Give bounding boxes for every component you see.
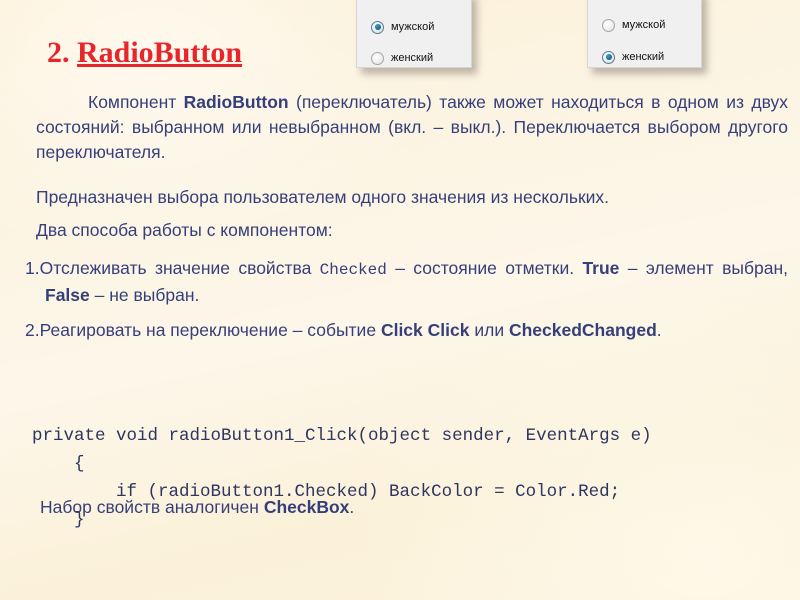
radio-option-row[interactable]: мужской: [588, 12, 701, 38]
code-term-false: False: [45, 285, 90, 305]
list-item-1-part3: – элемент выбран,: [619, 258, 788, 278]
page-title-number: 2.: [47, 36, 77, 69]
paragraph-main-bold-radiobutton: RadioButton: [183, 92, 289, 112]
page-title: 2. RadioButton: [47, 36, 242, 70]
list-item-number: 2.: [25, 320, 40, 340]
paragraph-two-ways: Два способа работы с компонентом:: [36, 220, 333, 240]
list-item-2-part3: .: [656, 320, 662, 340]
code-term-checkbox: CheckBox: [263, 497, 350, 517]
list-item-2-part1: Реагировать на переключение – событие: [39, 320, 381, 340]
radio-option-row[interactable]: женский: [588, 44, 701, 70]
list-item-2-part2: или: [469, 320, 509, 340]
radio-option-label: женский: [622, 50, 665, 63]
radio-button-icon-unselected[interactable]: [602, 18, 615, 32]
list-item: 1.Отслеживать значение свойства Checked …: [25, 256, 788, 308]
slide-canvas: 2. RadioButton мужской женский мужской ж…: [0, 0, 800, 600]
code-term-checkedchanged: CheckedChanged: [508, 320, 657, 340]
paragraph-main-part1: Компонент: [88, 92, 184, 112]
radio-option-label: мужской: [622, 18, 666, 31]
paragraph-main: Компонент RadioButton (переключатель) та…: [36, 90, 788, 165]
radio-panel-female-selected[interactable]: мужской женский: [587, 0, 702, 68]
list-item-number: 1.: [25, 258, 40, 278]
list-item-1-part2: – состояние отметки.: [386, 258, 583, 278]
list-item-1-part4: – не выбран.: [89, 285, 200, 305]
paragraph-final-part2: .: [349, 497, 355, 517]
code-term-click: Click Click: [380, 320, 470, 340]
radio-option-row[interactable]: мужской: [357, 14, 471, 40]
radio-option-row[interactable]: женский: [357, 45, 471, 71]
radio-panel-male-selected[interactable]: мужской женский: [356, 0, 472, 68]
radio-button-icon-unselected[interactable]: [371, 51, 384, 65]
paragraph-final: Набор свойств аналогичен CheckBox.: [40, 495, 354, 520]
radio-option-label: женский: [391, 51, 434, 64]
radio-button-icon-selected[interactable]: [371, 20, 384, 34]
code-term-checked: Checked: [319, 261, 387, 279]
radio-button-icon-selected[interactable]: [602, 50, 615, 64]
list-item: 2.Реагировать на переключение – событие …: [25, 318, 788, 343]
paragraph-purpose: Предназначен выбора пользователем одного…: [36, 187, 610, 207]
code-term-true: True: [582, 258, 620, 278]
page-title-word: RadioButton: [77, 36, 243, 69]
paragraph-final-part1: Набор свойств аналогичен: [40, 497, 264, 517]
list-item-1-part1: Отслеживать значение свойства: [39, 258, 320, 278]
radio-option-label: мужской: [391, 20, 435, 33]
